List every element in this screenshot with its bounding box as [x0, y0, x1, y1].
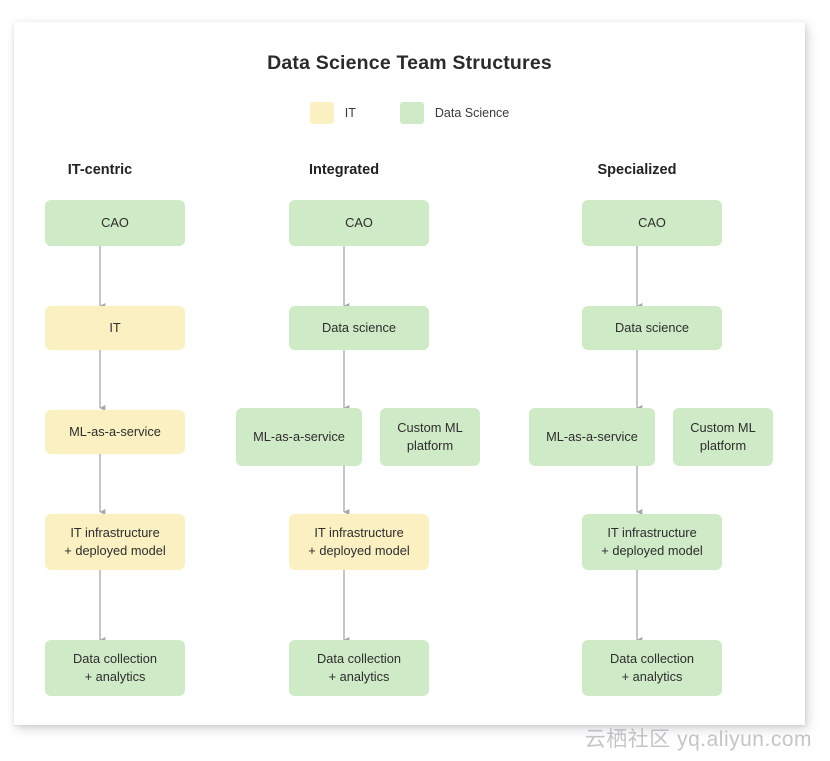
column-header-integrated: Integrated	[308, 162, 380, 178]
node-c2-it-infrastructure[interactable]: IT infrastructure + deployed model	[289, 514, 429, 570]
legend-label-it: IT	[344, 106, 356, 120]
node-c1-it-infrastructure[interactable]: IT infrastructure + deployed model	[45, 514, 185, 570]
node-label: ML-as-a-service	[69, 424, 161, 440]
watermark: 云栖社区 yq.aliyun.com	[584, 728, 812, 751]
node-c2-custom-ml-platform[interactable]: Custom ML platform	[380, 408, 480, 466]
column-header-specialized: Specialized	[597, 162, 677, 178]
node-c2-cao[interactable]: CAO	[289, 200, 429, 246]
node-label-line2: + deployed model	[601, 543, 703, 558]
diagram-root: Data Science Team Structures IT Data Sci…	[0, 0, 830, 761]
legend-item-it: IT	[309, 102, 356, 124]
node-c3-data-science[interactable]: Data science	[582, 306, 722, 350]
legend-item-data-science: Data Science	[399, 102, 510, 124]
node-label-line2: + analytics	[621, 669, 683, 684]
column-header-it-centric: IT-centric	[67, 162, 133, 178]
diagram-card: Data Science Team Structures IT Data Sci…	[14, 22, 805, 725]
page-title: Data Science Team Structures	[267, 52, 552, 74]
legend: IT Data Science	[14, 102, 805, 124]
node-label-line2: + analytics	[84, 669, 146, 684]
node-label: Data science	[322, 320, 396, 336]
node-label-line2: + deployed model	[308, 543, 410, 558]
node-c3-cao[interactable]: CAO	[582, 200, 722, 246]
node-c1-data-collection[interactable]: Data collection + analytics	[45, 640, 185, 696]
node-label: Data science	[615, 320, 689, 336]
node-c2-ml-as-a-service[interactable]: ML-as-a-service	[236, 408, 362, 466]
node-c1-it[interactable]: IT	[45, 306, 185, 350]
node-label: CAO	[101, 215, 129, 231]
legend-swatch-data-science	[399, 102, 424, 124]
node-label-line1: Data collection	[610, 651, 694, 667]
node-label: CAO	[345, 215, 373, 231]
legend-swatch-it	[309, 102, 334, 124]
node-label: IT	[109, 320, 121, 336]
node-label-line1: IT infrastructure	[70, 525, 160, 541]
node-label-line1: Data collection	[317, 651, 401, 667]
node-label-line2: + deployed model	[64, 543, 166, 558]
node-label-line2: platform	[699, 438, 747, 453]
node-label-line1: IT infrastructure	[314, 525, 404, 541]
node-label-line1: IT infrastructure	[607, 525, 697, 541]
node-label: ML-as-a-service	[546, 429, 638, 445]
legend-label-data-science: Data Science	[434, 106, 510, 120]
node-label-line1: Data collection	[73, 651, 157, 667]
node-c3-it-infrastructure[interactable]: IT infrastructure + deployed model	[582, 514, 722, 570]
node-c2-data-collection[interactable]: Data collection + analytics	[289, 640, 429, 696]
node-c3-data-collection[interactable]: Data collection + analytics	[582, 640, 722, 696]
node-label-line2: platform	[406, 438, 454, 453]
node-c2-data-science[interactable]: Data science	[289, 306, 429, 350]
node-label-line1: Custom ML	[397, 420, 463, 436]
node-c3-ml-as-a-service[interactable]: ML-as-a-service	[529, 408, 655, 466]
node-c1-ml-as-a-service[interactable]: ML-as-a-service	[45, 410, 185, 454]
node-label: ML-as-a-service	[253, 429, 345, 445]
node-c1-cao[interactable]: CAO	[45, 200, 185, 246]
node-label-line1: Custom ML	[690, 420, 756, 436]
arrow-layer	[99, 246, 659, 643]
node-c3-custom-ml-platform[interactable]: Custom ML platform	[673, 408, 773, 466]
node-label: CAO	[638, 215, 666, 231]
node-label-line2: + analytics	[328, 669, 390, 684]
